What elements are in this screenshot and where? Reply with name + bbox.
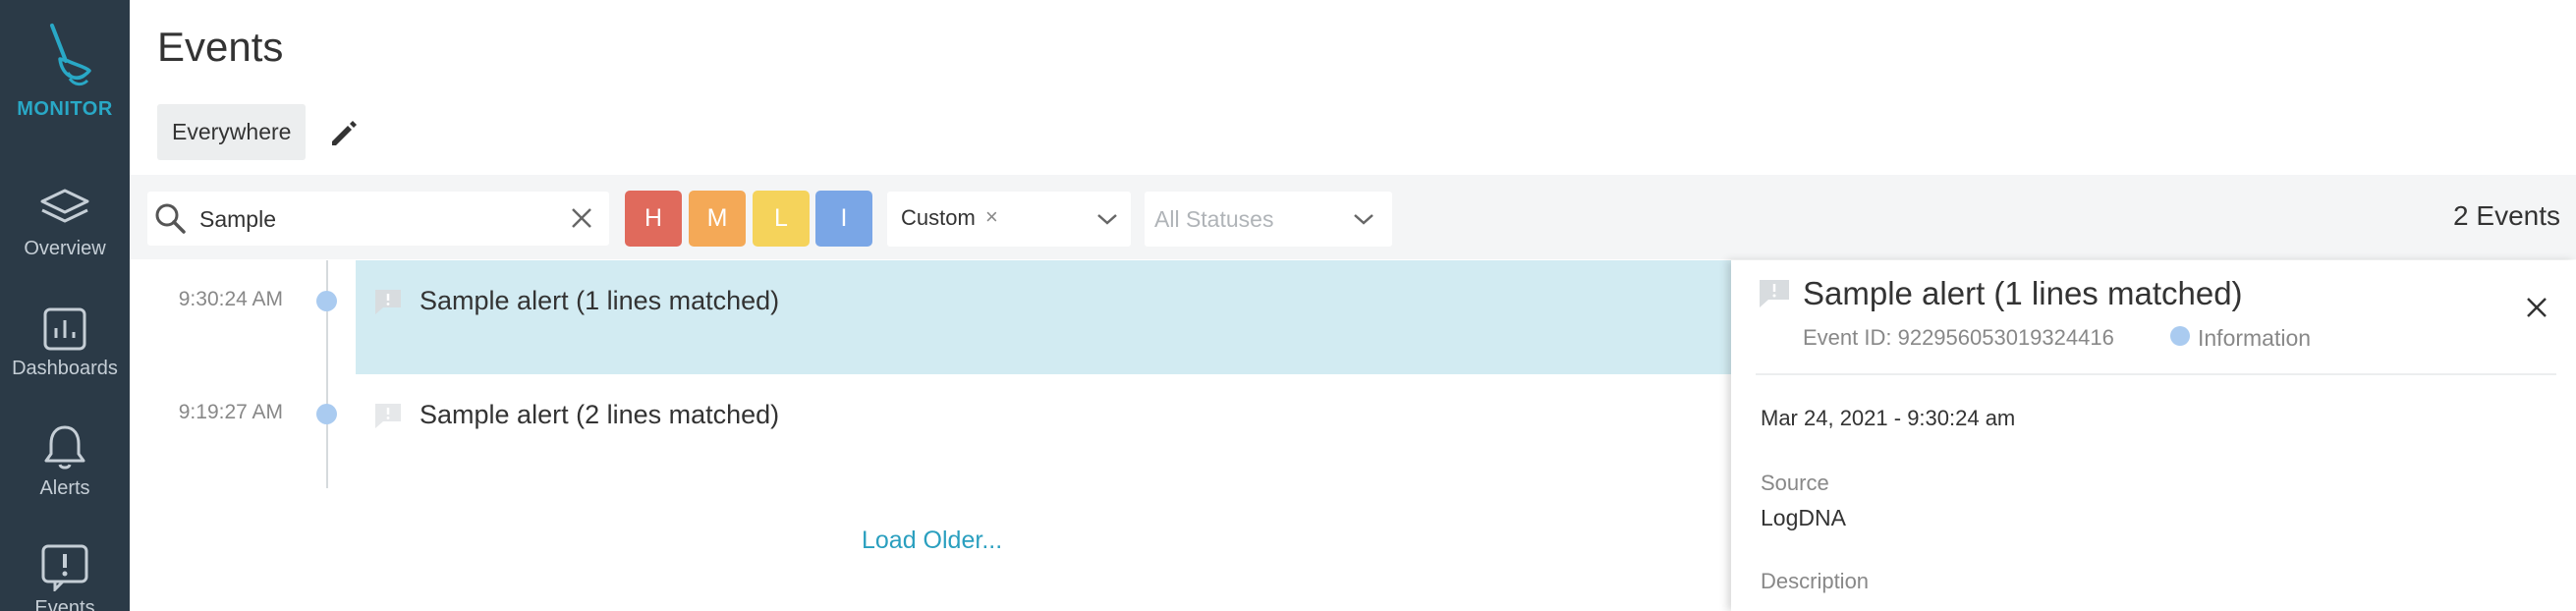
clear-search-icon[interactable]: [568, 204, 595, 232]
event-comment-icon: [375, 404, 401, 428]
time-range-dropdown[interactable]: Custom ×: [887, 192, 1131, 247]
severity-info-button[interactable]: I: [815, 191, 872, 247]
load-older-link[interactable]: Load Older...: [862, 527, 1002, 555]
event-title: Sample alert (2 lines matched): [420, 400, 780, 429]
clear-time-range-icon[interactable]: ×: [985, 204, 998, 230]
event-detail-panel: Sample alert (1 lines matched) Event ID:…: [1731, 260, 2576, 611]
event-time: 9:19:27 AM: [178, 401, 283, 423]
detail-title: Sample alert (1 lines matched): [1803, 275, 2243, 311]
app: MONITOR Overview Dashboards Alerts Event…: [0, 0, 2576, 611]
event-comment-icon: [375, 290, 401, 314]
search-icon: [155, 203, 186, 234]
event-severity-dot: [316, 291, 337, 311]
source-label: Source: [1761, 471, 1829, 495]
severity-medium-button[interactable]: M: [689, 191, 746, 247]
event-id: Event ID: 922956053019324416: [1803, 325, 2114, 350]
event-title: Sample alert (1 lines matched): [420, 286, 780, 315]
brand-label: MONITOR: [17, 98, 113, 120]
sidebar: MONITOR Overview Dashboards Alerts Event…: [0, 0, 130, 611]
event-date: Mar 24, 2021 - 9:30:24 am: [1761, 406, 2016, 430]
divider: [1756, 373, 2556, 375]
sidebar-item-alerts[interactable]: Alerts: [0, 422, 130, 500]
monitor-logo-icon: [50, 24, 91, 86]
sidebar-item-events[interactable]: Events: [0, 542, 130, 611]
status-placeholder: All Statuses: [1154, 206, 1274, 232]
event-row[interactable]: Sample alert (1 lines matched): [356, 260, 1731, 374]
severity-dot: [2170, 326, 2190, 346]
sidebar-item-overview[interactable]: Overview: [0, 185, 130, 260]
sidebar-item-dashboards[interactable]: Dashboards: [0, 306, 130, 380]
severity-high-button[interactable]: H: [625, 191, 682, 247]
scope-button[interactable]: Everywhere: [157, 104, 307, 160]
event-count: 2 Events: [2453, 200, 2560, 231]
event-comment-icon: [1760, 280, 1789, 307]
close-icon[interactable]: [2525, 296, 2548, 319]
status-dropdown[interactable]: All Statuses: [1145, 192, 1392, 247]
brand[interactable]: MONITOR: [0, 22, 130, 121]
time-range-value: Custom: [901, 205, 976, 230]
source-value: LogDNA: [1761, 505, 1846, 530]
events-icon: [41, 544, 88, 591]
severity-low-button[interactable]: L: [753, 191, 810, 247]
bar-chart-icon: [43, 307, 86, 351]
event-time: 9:30:24 AM: [178, 288, 283, 310]
event-row[interactable]: Sample alert (2 lines matched): [356, 374, 1731, 488]
sidebar-item-label: Overview: [24, 238, 106, 259]
bell-icon: [44, 425, 85, 470]
sidebar-item-label: Alerts: [39, 477, 90, 499]
description-label: Description: [1761, 569, 1870, 593]
severity-label: Information: [2198, 325, 2312, 351]
chevron-down-icon: [1354, 214, 1373, 225]
layers-icon: [40, 189, 89, 223]
search-input[interactable]: [199, 199, 553, 239]
chevron-down-icon: [1097, 214, 1117, 225]
sidebar-item-label: Dashboards: [12, 358, 118, 379]
page-title: Events: [157, 24, 284, 70]
edit-scope-icon[interactable]: [327, 116, 361, 149]
sidebar-item-label: Events: [34, 597, 95, 611]
event-severity-dot: [316, 404, 337, 424]
